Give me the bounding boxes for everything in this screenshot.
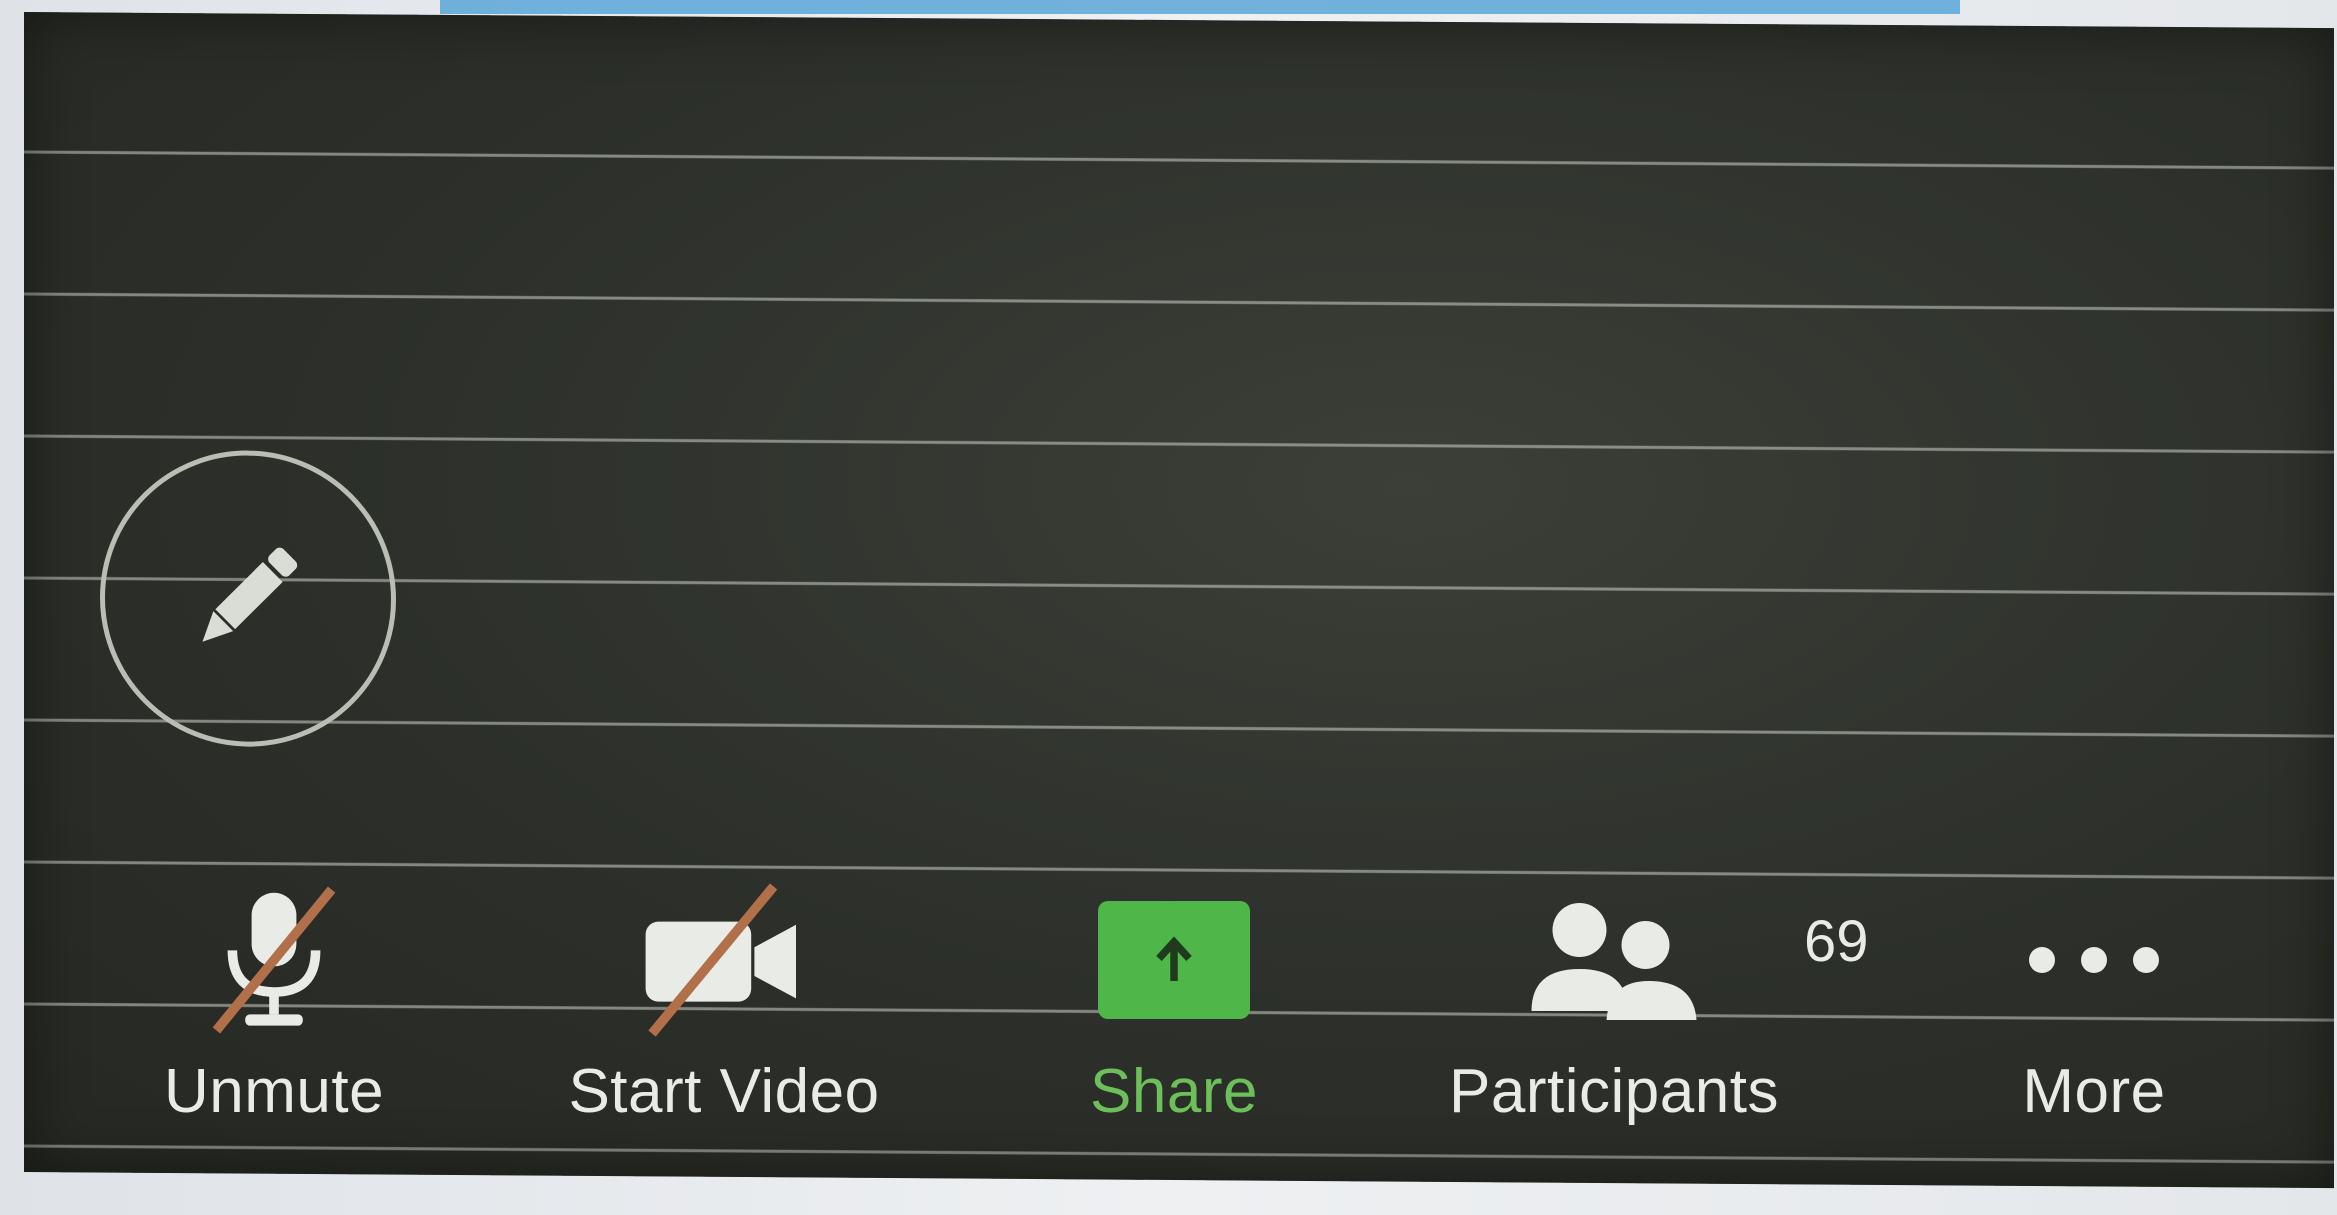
unmute-label: Unmute [163, 1057, 385, 1126]
share-icon-wrap [1098, 870, 1250, 1050]
participant-count-badge: 69 [1804, 909, 1869, 974]
blue-tape-strip [440, 0, 1960, 14]
unmute-button[interactable]: Unmute [124, 870, 424, 1170]
share-upload-icon [1098, 901, 1250, 1019]
video-camera-off-icon [634, 870, 814, 1050]
participants-icon-wrap: 69 [1514, 870, 1869, 1050]
share-label: Share [1090, 1057, 1258, 1126]
share-button[interactable]: Share [1024, 870, 1324, 1170]
start-video-label: Start Video [568, 1057, 880, 1126]
more-button[interactable]: More [1944, 870, 2244, 1170]
more-dots-icon [2029, 947, 2159, 973]
participants-label: Participants [1449, 1057, 1779, 1126]
meeting-toolbar: Unmute Start Video Share 69 Participants… [24, 870, 2324, 1170]
start-video-button[interactable]: Start Video [514, 870, 934, 1170]
more-label: More [2022, 1057, 2166, 1126]
participants-button[interactable]: 69 Participants [1404, 870, 1869, 1170]
microphone-muted-icon [194, 870, 354, 1050]
annotate-button[interactable] [100, 449, 396, 748]
more-icon-wrap [2029, 870, 2159, 1050]
participants-icon [1531, 903, 1697, 1020]
pencil-icon [178, 526, 318, 672]
